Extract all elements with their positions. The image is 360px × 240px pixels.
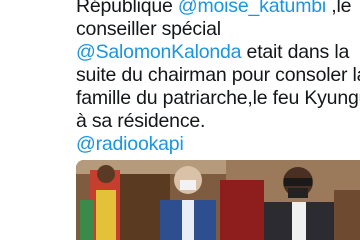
tweet-line-6: à sa résidence.: [76, 110, 206, 132]
tweet-text-fragment: ,le: [326, 0, 352, 17]
tweet-line-4: suite du chairman pour consoler la: [76, 64, 360, 86]
tweet-line-2: conseiller spécial: [76, 18, 221, 40]
mention-link-moise-katumbi[interactable]: @moise_katumbi: [178, 0, 326, 17]
tweet-line-1: République @moise_katumbi ,le: [76, 0, 360, 18]
tweet-line-3: @SalomonKalonda etait dans la: [76, 41, 360, 64]
tweet-photo[interactable]: [76, 160, 360, 240]
tweet-line-5: famille du patriarche,le feu Kyungu: [76, 87, 360, 109]
handle-link-radiookapi[interactable]: @radiookapi: [76, 133, 360, 156]
tweet-text: République @moise_katumbi ,le conseiller…: [76, 0, 360, 156]
photo-illustration: [76, 160, 360, 240]
mention-link-salomon-kalonda[interactable]: @SalomonKalonda: [76, 41, 242, 63]
tweet-text-fragment: etait dans la: [241, 41, 350, 63]
tweet-text-fragment: République: [76, 0, 178, 17]
